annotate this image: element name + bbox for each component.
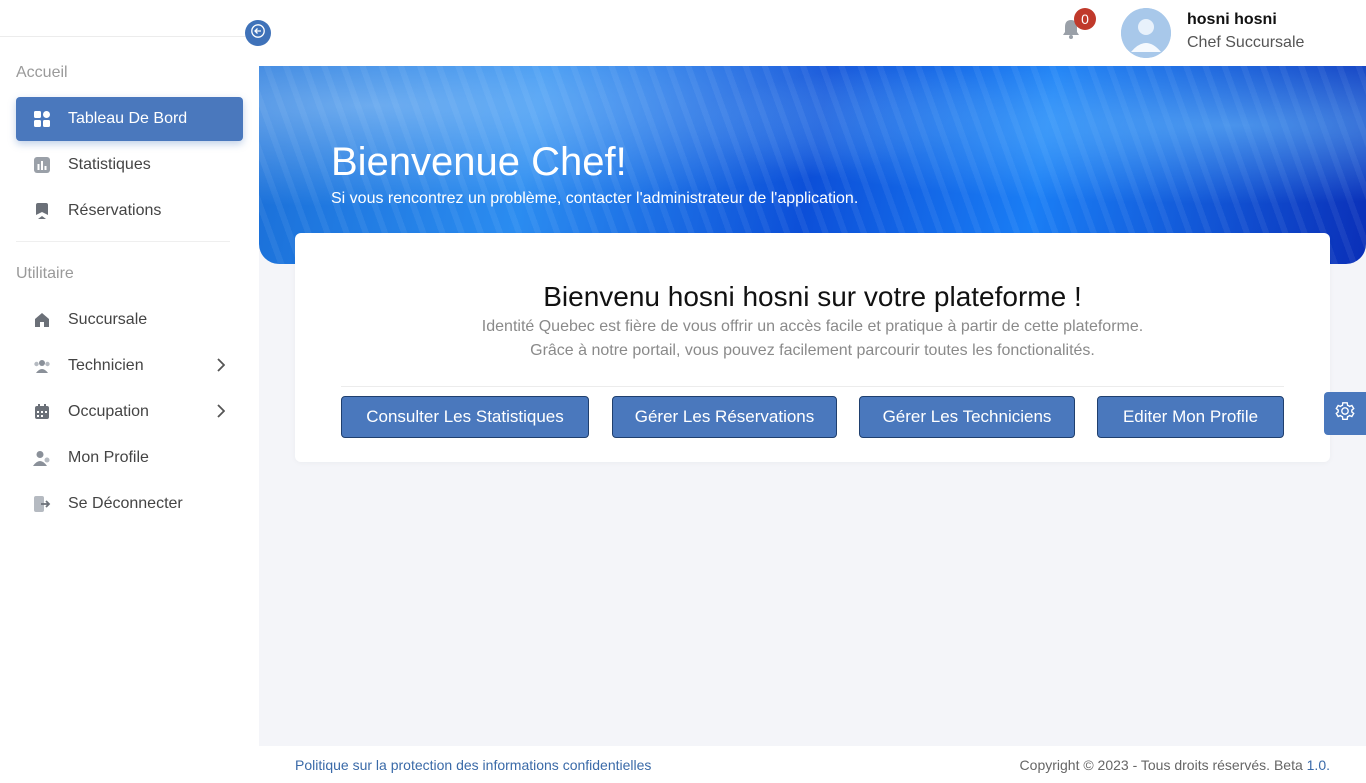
sidebar-divider: [16, 241, 230, 242]
grid-icon: [32, 109, 52, 129]
bookmark-icon: [32, 201, 52, 221]
logout-icon: [32, 494, 52, 514]
welcome-title: Bienvenu hosni hosni sur votre plateform…: [543, 281, 1082, 312]
sidebar: Accueil Tableau De Bord Statistiques Rés…: [0, 0, 259, 783]
user-profile-icon: [32, 448, 52, 468]
chevron-right-icon: [217, 358, 226, 377]
sidebar-item-label: Réservations: [68, 202, 162, 219]
copyright-text: Copyright © 2023 - Tous droits réservés.…: [1020, 757, 1330, 773]
welcome-text-line-1: Identité Quebec est fière de vous offrir…: [481, 318, 1144, 335]
sidebar-item-label: Technicien: [68, 357, 144, 374]
collapse-sidebar-button[interactable]: [245, 20, 271, 46]
consult-statistics-button[interactable]: Consulter Les Statistiques: [341, 396, 589, 438]
top-bar: [259, 0, 1366, 66]
footer: Politique sur la protection des informat…: [259, 746, 1366, 783]
arrow-left-icon: [251, 23, 265, 43]
hero-subtitle: Si vous rencontrez un problème, contacte…: [331, 190, 859, 207]
users-icon: [32, 356, 52, 376]
sidebar-item-label: Occupation: [68, 403, 149, 420]
card-divider: [341, 386, 1284, 387]
sidebar-item-label: Se Déconnecter: [68, 495, 183, 512]
user-role: Chef Succursale: [1187, 34, 1305, 51]
manage-reservations-button[interactable]: Gérer Les Réservations: [612, 396, 837, 438]
section-title-accueil: Accueil: [16, 64, 68, 81]
section-title-utilitaire: Utilitaire: [16, 265, 74, 282]
sidebar-item-statistiques[interactable]: Statistiques: [16, 143, 243, 187]
sidebar-item-label: Succursale: [68, 311, 148, 328]
welcome-card: Bienvenu hosni hosni sur votre plateform…: [295, 233, 1330, 462]
calendar-icon: [32, 402, 52, 422]
sidebar-item-reservations[interactable]: Réservations: [16, 189, 243, 233]
hero-title: Bienvenue Chef!: [331, 140, 627, 184]
chart-icon: [32, 155, 52, 175]
sidebar-item-occupation[interactable]: Occupation: [16, 390, 243, 434]
sidebar-item-se-deconnecter[interactable]: Se Déconnecter: [16, 482, 243, 526]
settings-button[interactable]: [1324, 392, 1366, 435]
manage-technicians-button[interactable]: Gérer Les Techniciens: [859, 396, 1075, 438]
home-icon: [32, 310, 52, 330]
sidebar-item-label: Statistiques: [68, 156, 151, 173]
sidebar-item-mon-profile[interactable]: Mon Profile: [16, 436, 243, 480]
sidebar-item-tableau-de-bord[interactable]: Tableau De Bord: [16, 97, 243, 141]
sidebar-item-label: Mon Profile: [68, 449, 149, 466]
privacy-policy-link[interactable]: Politique sur la protection des informat…: [295, 757, 651, 773]
edit-profile-button[interactable]: Editer Mon Profile: [1097, 396, 1284, 438]
version-number: 1.0.: [1306, 757, 1330, 773]
user-name[interactable]: hosni hosni: [1187, 11, 1277, 29]
sidebar-item-technicien[interactable]: Technicien: [16, 344, 243, 388]
avatar[interactable]: [1121, 8, 1171, 58]
welcome-text-line-2: Grâce à notre portail, vous pouvez facil…: [530, 342, 1095, 359]
sidebar-item-succursale[interactable]: Succursale: [16, 298, 243, 342]
sidebar-item-label: Tableau De Bord: [68, 110, 188, 127]
sidebar-logo-area: [0, 0, 259, 37]
chevron-right-icon: [217, 404, 226, 423]
copyright-label: Copyright © 2023 - Tous droits réservés.…: [1019, 757, 1307, 773]
gear-icon: [1334, 400, 1356, 427]
notification-count-badge: 0: [1074, 8, 1096, 30]
